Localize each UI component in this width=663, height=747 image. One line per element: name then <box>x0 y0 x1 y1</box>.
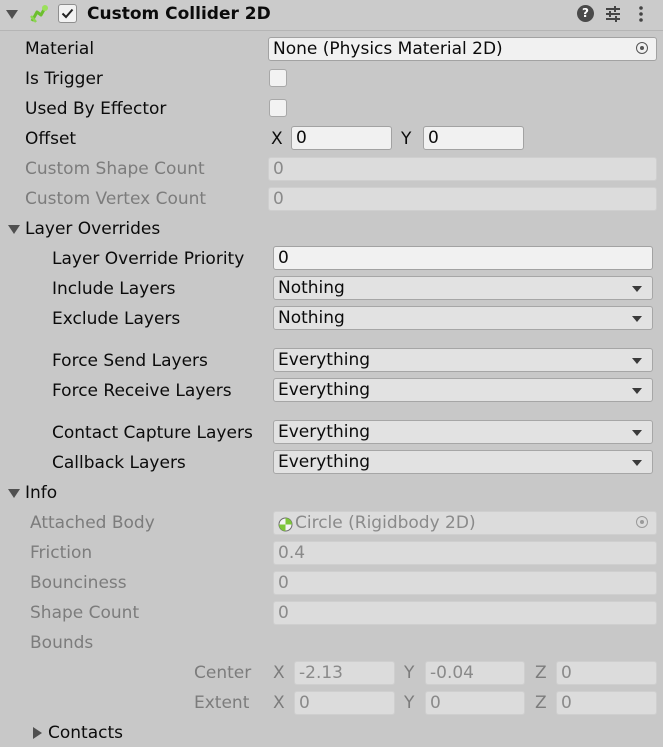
component-title: Custom Collider 2D <box>87 4 271 24</box>
contact-capture-layers-value: Everything <box>278 422 371 442</box>
exclude-layers-dropdown[interactable]: Nothing <box>273 306 653 330</box>
shape-count-label: Shape Count <box>30 603 140 623</box>
layer-overrides-foldout-icon[interactable] <box>8 225 20 234</box>
center-x-label: X <box>273 663 285 683</box>
rigidbody-2d-icon <box>278 516 293 532</box>
object-picker-icon <box>636 516 648 528</box>
center-y-label: Y <box>404 663 415 683</box>
help-icon[interactable]: ? <box>577 5 594 22</box>
center-z-field: 0 <box>556 661 657 685</box>
extent-label: Extent <box>194 693 250 713</box>
dropdown-arrow-icon <box>632 388 642 394</box>
custom-vertex-count-label: Custom Vertex Count <box>25 189 207 209</box>
offset-x-label[interactable]: X <box>271 128 283 150</box>
extent-y-label: Y <box>404 693 415 713</box>
material-object-field[interactable]: None (Physics Material 2D) <box>268 37 657 61</box>
attached-body-label: Attached Body <box>30 513 155 533</box>
center-label: Center <box>194 663 252 683</box>
extent-z-field: 0 <box>556 691 657 715</box>
extent-y-field: 0 <box>425 691 525 715</box>
include-layers-value: Nothing <box>278 278 345 298</box>
exclude-layers-value: Nothing <box>278 308 345 328</box>
is-trigger-toggle[interactable] <box>269 69 287 87</box>
layer-override-priority-label: Layer Override Priority <box>52 249 245 269</box>
force-receive-layers-label: Force Receive Layers <box>52 381 232 401</box>
kebab-menu-icon[interactable] <box>636 4 646 24</box>
callback-layers-label: Callback Layers <box>52 453 186 473</box>
center-z-label: Z <box>535 663 547 683</box>
offset-label: Offset <box>25 129 77 149</box>
bounds-label: Bounds <box>30 633 94 653</box>
force-send-layers-label: Force Send Layers <box>52 351 208 371</box>
shape-count-field: 0 <box>273 601 657 625</box>
custom-collider-2d-icon <box>28 3 50 25</box>
attached-body-field: Circle (Rigidbody 2D) <box>273 511 657 535</box>
is-trigger-label: Is Trigger <box>25 69 103 89</box>
attached-body-value: Circle (Rigidbody 2D) <box>295 513 476 533</box>
contacts-foldout-icon[interactable] <box>33 727 42 739</box>
dropdown-arrow-icon <box>632 316 642 322</box>
exclude-layers-label: Exclude Layers <box>52 309 181 329</box>
extent-x-label: X <box>273 693 285 713</box>
enabled-checkbox[interactable] <box>58 4 77 23</box>
center-y-field: -0.04 <box>425 661 525 685</box>
custom-shape-count-label: Custom Shape Count <box>25 159 205 179</box>
callback-layers-dropdown[interactable]: Everything <box>273 450 653 474</box>
contact-capture-layers-label: Contact Capture Layers <box>52 423 253 443</box>
layer-override-priority-field[interactable]: 0 <box>273 246 653 270</box>
friction-field: 0.4 <box>273 541 657 565</box>
callback-layers-value: Everything <box>278 452 371 472</box>
object-picker-icon[interactable] <box>636 42 648 54</box>
offset-y-field[interactable]: 0 <box>423 126 524 150</box>
bounciness-field: 0 <box>273 571 657 595</box>
checkmark-icon <box>61 8 74 19</box>
friction-label: Friction <box>30 543 93 563</box>
offset-y-label[interactable]: Y <box>401 128 411 150</box>
material-label: Material <box>25 39 95 59</box>
contact-capture-layers-dropdown[interactable]: Everything <box>273 420 653 444</box>
layer-overrides-foldout-label[interactable]: Layer Overrides <box>25 218 160 240</box>
include-layers-dropdown[interactable]: Nothing <box>273 276 653 300</box>
contacts-foldout-label[interactable]: Contacts <box>48 722 123 744</box>
extent-x-field: 0 <box>294 691 395 715</box>
force-send-layers-value: Everything <box>278 350 371 370</box>
include-layers-label: Include Layers <box>52 279 176 299</box>
used-by-effector-label: Used By Effector <box>25 99 167 119</box>
center-x-field: -2.13 <box>294 661 395 685</box>
dropdown-arrow-icon <box>632 358 642 364</box>
component-fold-arrow-icon[interactable] <box>6 10 18 19</box>
offset-x-field[interactable]: 0 <box>291 126 392 150</box>
dropdown-arrow-icon <box>632 286 642 292</box>
extent-z-label: Z <box>535 693 547 713</box>
custom-shape-count-field: 0 <box>268 157 657 181</box>
force-receive-layers-dropdown[interactable]: Everything <box>273 378 653 402</box>
dropdown-arrow-icon <box>632 430 642 436</box>
used-by-effector-toggle[interactable] <box>269 99 287 117</box>
material-value: None (Physics Material 2D) <box>273 39 503 59</box>
info-foldout-label[interactable]: Info <box>25 482 57 504</box>
dropdown-arrow-icon <box>632 460 642 466</box>
info-foldout-icon[interactable] <box>8 489 20 498</box>
bounciness-label: Bounciness <box>30 573 127 593</box>
force-send-layers-dropdown[interactable]: Everything <box>273 348 653 372</box>
force-receive-layers-value: Everything <box>278 380 371 400</box>
custom-vertex-count-field: 0 <box>268 187 657 211</box>
presets-icon[interactable] <box>604 5 622 23</box>
